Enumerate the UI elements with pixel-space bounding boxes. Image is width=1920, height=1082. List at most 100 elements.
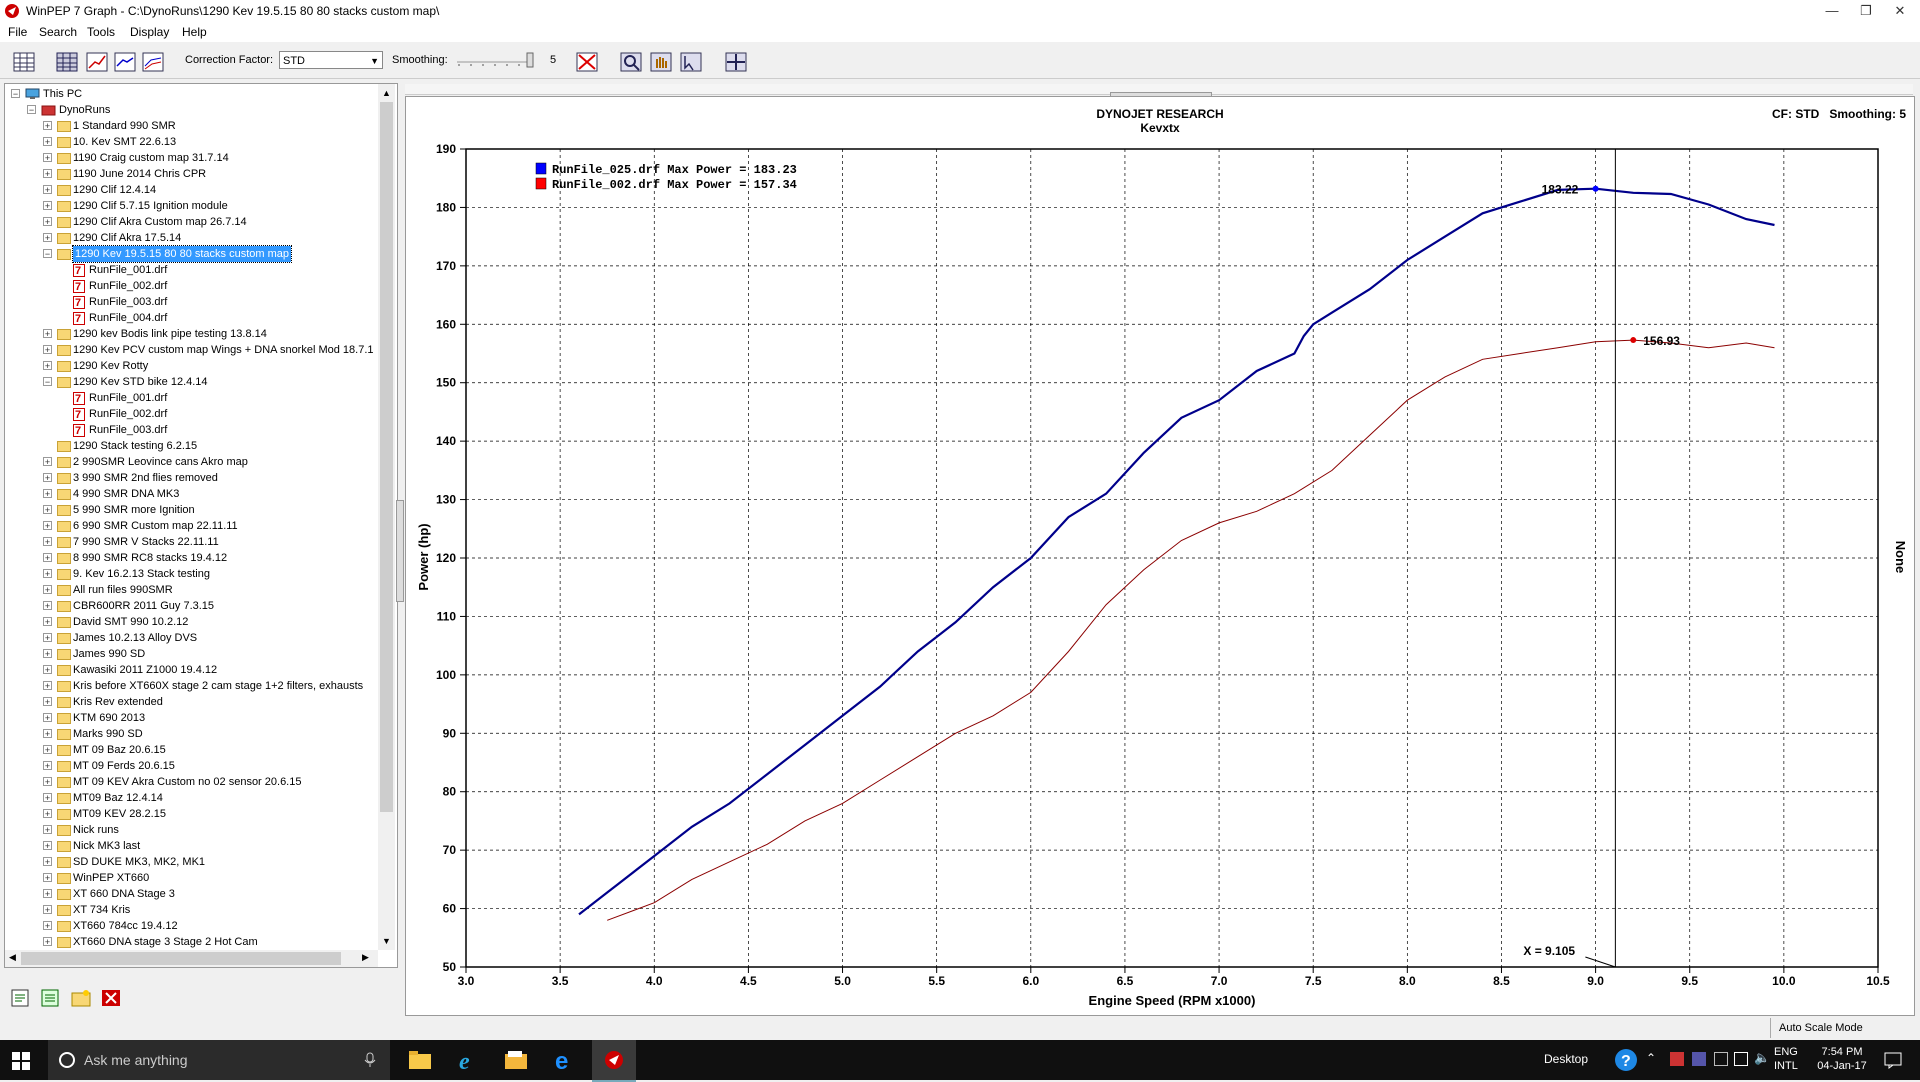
expand-icon[interactable]: + [43, 873, 52, 883]
cursor-button[interactable] [677, 48, 705, 76]
expand-icon[interactable]: + [43, 793, 52, 803]
desktop-toolbar-label[interactable]: Desktop [1544, 1052, 1588, 1066]
expand-icon[interactable]: + [43, 825, 52, 835]
crosshair-button[interactable] [722, 48, 750, 76]
expand-icon[interactable]: + [43, 569, 52, 579]
expand-icon[interactable]: + [43, 217, 52, 227]
expand-icon[interactable]: + [43, 345, 52, 355]
grid-view-button[interactable] [10, 48, 38, 76]
edit-run-button[interactable] [10, 988, 32, 1011]
expand-icon[interactable]: + [43, 729, 52, 739]
network-icon[interactable] [1734, 1052, 1748, 1066]
expand-icon[interactable]: + [43, 697, 52, 707]
tree-vertical-scrollbar[interactable]: ▲ ▼ [378, 84, 395, 950]
expand-icon[interactable]: + [43, 169, 52, 179]
multi-graph-button[interactable] [139, 48, 167, 76]
collapse-icon[interactable]: − [43, 249, 52, 259]
power-chart[interactable]: 3.0 3.5 4.0 4.5 5.0 5.5 6.0 6.5 7.0 7.5 8.0 8.5 9.0 9… [406, 97, 1914, 1015]
expand-icon[interactable]: + [43, 329, 52, 339]
expand-icon[interactable]: + [43, 857, 52, 867]
expand-icon[interactable]: + [43, 777, 52, 787]
help-tray-icon[interactable]: ? [1614, 1048, 1638, 1075]
graph-panel[interactable]: DYNOJET RESEARCH Kevxtx CF: STD Smoothin… [405, 96, 1915, 1016]
taskbar-file-explorer[interactable] [400, 1040, 440, 1080]
tray-mail-icon[interactable] [1692, 1052, 1706, 1066]
zoom-button[interactable] [617, 48, 645, 76]
expand-icon[interactable]: + [43, 457, 52, 467]
expand-icon[interactable]: + [43, 185, 52, 195]
language-indicator[interactable]: ENG INTL [1774, 1045, 1798, 1073]
close-button[interactable]: ✕ [1885, 0, 1915, 22]
taskbar-file-manager[interactable] [496, 1040, 536, 1080]
expand-icon[interactable]: + [43, 889, 52, 899]
smoothing-slider[interactable] [455, 50, 537, 70]
cortana-search-box[interactable]: Ask me anything [48, 1040, 390, 1080]
menu-tools[interactable]: Tools [87, 25, 115, 39]
expand-icon[interactable]: + [43, 665, 52, 675]
expand-icon[interactable]: + [43, 585, 52, 595]
expand-icon[interactable]: + [43, 361, 52, 371]
expand-icon[interactable]: + [43, 761, 52, 771]
expand-icon[interactable]: + [43, 681, 52, 691]
collapse-icon[interactable]: − [27, 105, 36, 115]
expand-icon[interactable]: + [43, 553, 52, 563]
winpep-app-icon[interactable] [4, 3, 20, 19]
expand-icon[interactable]: + [43, 841, 52, 851]
expand-icon[interactable]: + [43, 921, 52, 931]
scroll-down-icon[interactable]: ▼ [382, 936, 391, 946]
expand-icon[interactable]: + [43, 473, 52, 483]
expand-icon[interactable]: + [43, 489, 52, 499]
expand-icon[interactable]: + [43, 233, 52, 243]
taskbar-edge[interactable]: e [544, 1040, 584, 1080]
expand-icon[interactable]: + [43, 137, 52, 147]
expand-icon[interactable]: + [43, 601, 52, 611]
run-file-tree[interactable]: − This PC − DynoRuns +1 Standard 990 SMR… [4, 83, 398, 968]
action-center-button[interactable] [1884, 1051, 1902, 1072]
scroll-up-icon[interactable]: ▲ [382, 88, 391, 98]
menu-help[interactable]: Help [182, 25, 207, 39]
expand-icon[interactable]: + [43, 153, 52, 163]
expand-icon[interactable]: + [43, 745, 52, 755]
expand-icon[interactable]: + [43, 649, 52, 659]
clear-graph-button[interactable] [573, 48, 601, 76]
expand-icon[interactable]: + [43, 937, 52, 947]
panel-splitter[interactable] [396, 500, 404, 602]
tray-onedrive-icon[interactable] [1714, 1052, 1728, 1066]
expand-icon[interactable]: + [43, 521, 52, 531]
expand-icon[interactable]: + [43, 617, 52, 627]
taskbar-internet-explorer[interactable]: e [448, 1040, 488, 1080]
expand-icon[interactable]: + [43, 713, 52, 723]
scroll-thumb[interactable] [21, 952, 341, 965]
table-view-button[interactable] [53, 48, 81, 76]
scroll-right-icon[interactable]: ▶ [362, 952, 369, 963]
volume-icon[interactable]: 🔈 [1754, 1050, 1770, 1066]
correction-factor-select[interactable]: STD ▼ [279, 51, 383, 69]
expand-icon[interactable]: + [43, 633, 52, 643]
tray-app-icon[interactable] [1670, 1052, 1684, 1066]
expand-icon[interactable]: + [43, 537, 52, 547]
menu-file[interactable]: File [8, 25, 27, 39]
power-graph-button[interactable] [83, 48, 111, 76]
minimize-button[interactable]: — [1817, 0, 1847, 22]
restore-button[interactable]: ❐ [1851, 0, 1881, 22]
taskbar-winpep[interactable] [592, 1040, 636, 1082]
new-folder-button[interactable] [70, 988, 92, 1011]
delete-run-button[interactable] [100, 988, 122, 1011]
torque-graph-button[interactable] [111, 48, 139, 76]
menu-search[interactable]: Search [39, 25, 77, 39]
expand-icon[interactable]: + [43, 121, 52, 131]
expand-icon[interactable]: + [43, 201, 52, 211]
scroll-thumb[interactable] [380, 102, 393, 812]
scroll-left-icon[interactable]: ◀ [9, 952, 16, 963]
collapse-icon[interactable]: − [43, 377, 52, 387]
pan-button[interactable] [647, 48, 675, 76]
expand-icon[interactable]: + [43, 809, 52, 819]
menu-display[interactable]: Display [130, 25, 169, 39]
tree-horizontal-scrollbar[interactable]: ◀ ▶ [5, 950, 378, 967]
clock[interactable]: 7:54 PM 04-Jan-17 [1806, 1045, 1878, 1073]
expand-icon[interactable]: + [43, 905, 52, 915]
run-info-button[interactable] [40, 988, 62, 1011]
expand-icon[interactable]: + [43, 505, 52, 515]
show-hidden-icons-icon[interactable]: ⌃ [1646, 1051, 1656, 1065]
collapse-icon[interactable]: − [11, 89, 20, 99]
